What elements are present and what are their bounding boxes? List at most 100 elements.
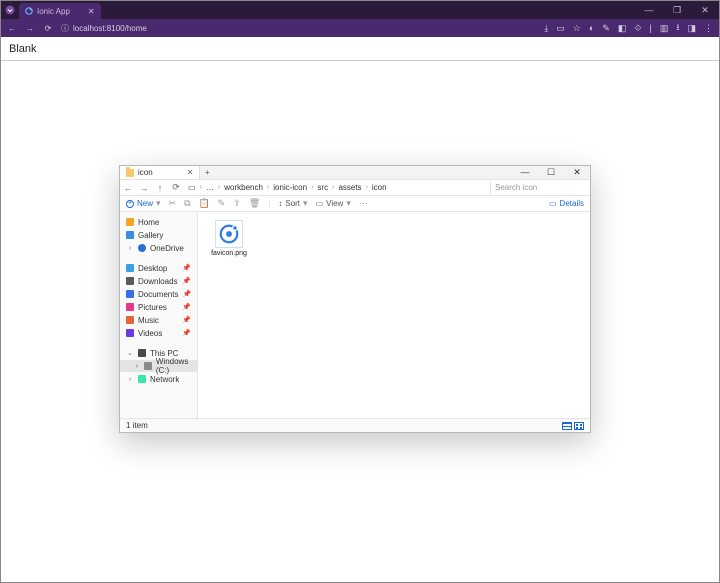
sidebar-item-desktop[interactable]: Desktop📌 — [120, 262, 197, 274]
cut-icon[interactable]: ✂ — [169, 198, 177, 209]
chevron-right-icon: › — [126, 245, 134, 252]
paste-icon[interactable]: 📋 — [199, 198, 210, 209]
edit-icon[interactable]: ✎ — [602, 23, 610, 34]
explorer-minimize-button[interactable]: — — [512, 167, 538, 178]
new-button[interactable]: + New ▾ — [126, 198, 161, 209]
browser-tab[interactable]: Ionic App ✕ — [19, 3, 101, 19]
sidebar-item-label: Desktop — [138, 264, 167, 273]
sidebar-item-label: Downloads — [138, 277, 178, 286]
breadcrumb-item[interactable]: icon — [372, 183, 387, 192]
reader-icon[interactable]: ▭ — [556, 23, 565, 34]
home-icon — [126, 218, 134, 226]
chevron-right-icon: › — [218, 184, 220, 191]
eyedropper-icon[interactable]: ◐ — [589, 23, 594, 33]
install-app-icon[interactable]: ⤓ — [544, 23, 548, 34]
network-icon — [138, 375, 146, 383]
tab-close-icon[interactable]: ✕ — [88, 7, 95, 16]
breadcrumb-item[interactable]: ionic-icon — [273, 183, 307, 192]
view-button[interactable]: ▭ View ▾ — [316, 198, 351, 209]
extension-icon-1[interactable]: ◧ — [618, 23, 627, 34]
sidebar-item-gallery[interactable]: Gallery — [120, 229, 197, 241]
file-thumbnail — [215, 220, 243, 248]
sidebar-item-music[interactable]: Music📌 — [120, 314, 197, 326]
breadcrumb-item[interactable]: assets — [338, 183, 361, 192]
more-icon[interactable]: ⋮ — [704, 23, 713, 34]
sidebar-item-onedrive[interactable]: ›OneDrive — [120, 242, 197, 254]
view-list-button[interactable] — [562, 422, 572, 430]
chevron-right-icon: › — [267, 184, 269, 191]
pin-icon: 📌 — [182, 290, 191, 298]
folder-icon — [126, 169, 134, 177]
breadcrumb-pc-icon: ▭ — [188, 183, 196, 192]
extension-icon-2[interactable]: ⟐ — [634, 23, 641, 34]
window-minimize-button[interactable]: — — [635, 5, 663, 15]
documents-icon — [126, 290, 134, 298]
sidebar-item-pictures[interactable]: Pictures📌 — [120, 301, 197, 313]
explorer-new-tab-button[interactable]: + — [200, 168, 214, 177]
chevron-down-icon[interactable]: ⌄ — [126, 349, 134, 357]
sort-button[interactable]: ↕ Sort ▾ — [278, 198, 307, 209]
sidebar-item-documents[interactable]: Documents📌 — [120, 288, 197, 300]
share-icon[interactable]: ⇪ — [233, 198, 241, 209]
chevron-right-icon[interactable]: › — [134, 363, 140, 370]
sidebar-item-drive-c[interactable]: ›Windows (C:) — [120, 360, 197, 372]
explorer-refresh-icon[interactable]: ⟳ — [168, 182, 184, 193]
sidepanel-icon[interactable]: ◨ — [687, 23, 696, 34]
rename-icon[interactable]: ✎ — [218, 198, 226, 209]
window-maximize-button[interactable]: ❐ — [663, 5, 691, 16]
file-item[interactable]: favicon.png — [206, 220, 252, 257]
new-label: New — [137, 199, 153, 208]
breadcrumb[interactable]: ▭ › … › workbench › ionic-icon › src › a… — [184, 183, 490, 192]
explorer-up-icon[interactable]: ↑ — [152, 183, 168, 193]
explorer-close-button[interactable]: ✕ — [564, 167, 590, 178]
browser-window-controls: — ❐ ✕ — [635, 1, 719, 19]
pictures-icon — [126, 303, 134, 311]
view-grid-button[interactable] — [574, 422, 584, 430]
explorer-forward-icon[interactable]: → — [136, 183, 152, 193]
nav-back-icon[interactable]: ← — [7, 24, 17, 33]
breadcrumb-item[interactable]: src — [317, 183, 328, 192]
sort-icon: ↕ — [278, 199, 282, 208]
chevron-down-icon: ▾ — [346, 198, 351, 209]
chevron-right-icon[interactable]: › — [126, 376, 134, 383]
file-name: favicon.png — [211, 250, 247, 257]
explorer-address-row: ← → ↑ ⟳ ▭ › … › workbench › ionic-icon ›… — [120, 180, 590, 196]
sort-label: Sort — [285, 199, 300, 208]
browser-urlbar: ← → ⟳ ⓘ localhost:8100/home ⤓ ▭ ☆ ◐ ✎ ◧ … — [1, 19, 719, 37]
explorer-maximize-button[interactable]: ☐ — [538, 167, 564, 178]
site-info-icon[interactable]: ⓘ — [61, 23, 69, 34]
plus-icon: + — [126, 200, 134, 208]
sidebar-item-label: Network — [150, 375, 179, 384]
file-explorer-window: icon ✕ + — ☐ ✕ ← → ↑ ⟳ ▭ › … › workbench… — [119, 165, 591, 433]
more-icon[interactable]: ⋯ — [359, 198, 368, 209]
nav-forward-icon[interactable]: → — [25, 24, 35, 33]
view-label: View — [326, 199, 343, 208]
breadcrumb-item[interactable]: workbench — [224, 183, 263, 192]
sidebar-item-home[interactable]: Home — [120, 216, 197, 228]
download-icon[interactable]: ⭳ — [676, 20, 679, 36]
window-close-button[interactable]: ✕ — [691, 5, 719, 16]
explorer-back-icon[interactable]: ← — [120, 183, 136, 193]
sidebar-item-downloads[interactable]: Downloads📌 — [120, 275, 197, 287]
collections-icon[interactable]: ▥ — [660, 23, 669, 34]
address-bar[interactable]: ⓘ localhost:8100/home — [61, 23, 536, 34]
explorer-titlebar: icon ✕ + — ☐ ✕ — [120, 166, 590, 180]
sidebar-item-label: Pictures — [138, 303, 167, 312]
sidebar-item-videos[interactable]: Videos📌 — [120, 327, 197, 339]
breadcrumb-item[interactable]: … — [206, 183, 214, 192]
details-button[interactable]: ▭ Details — [549, 199, 584, 208]
copy-icon[interactable]: ⧉ — [184, 198, 190, 209]
explorer-statusbar: 1 item — [120, 418, 590, 432]
explorer-tab-close-icon[interactable]: ✕ — [187, 168, 194, 177]
delete-icon[interactable]: 🗑 — [249, 198, 260, 209]
nav-reload-icon[interactable]: ⟳ — [43, 24, 53, 33]
chevron-right-icon: › — [332, 184, 334, 191]
bookmark-icon[interactable]: ☆ — [573, 23, 581, 34]
browser-menu-button[interactable] — [1, 1, 19, 19]
desktop-icon — [126, 264, 134, 272]
explorer-search-input[interactable]: Search icon — [490, 182, 590, 194]
file-pane[interactable]: favicon.png — [198, 212, 590, 418]
explorer-tab[interactable]: icon ✕ — [120, 166, 200, 179]
explorer-toolbar: + New ▾ ✂ ⧉ 📋 ✎ ⇪ 🗑 | ↕ Sort ▾ ▭ View ▾ … — [120, 196, 590, 212]
sidebar-item-network[interactable]: › Network — [120, 373, 197, 385]
